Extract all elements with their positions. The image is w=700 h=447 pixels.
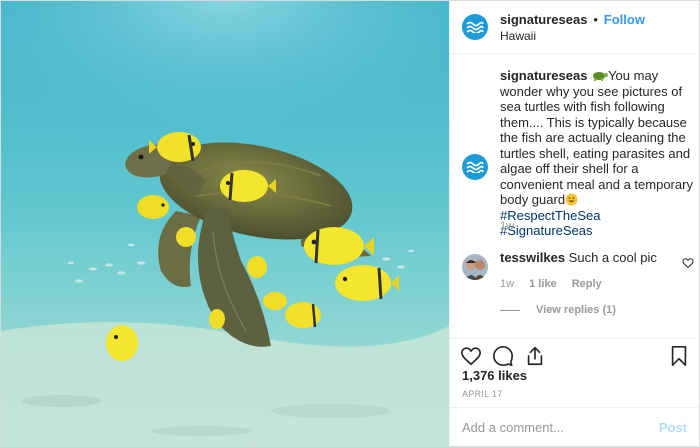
instagram-post: signatureseas • Follow Hawaii signatures…	[0, 0, 700, 447]
comment-text: Such a cool pic	[568, 250, 657, 265]
caption: signatureseas You may wonder why you see…	[462, 68, 698, 239]
wave-logo-icon[interactable]	[462, 154, 488, 180]
comment-item: tesswilkes Such a cool pic 1w 1 like Rep…	[462, 250, 698, 316]
small-heart-icon[interactable]	[682, 256, 694, 269]
reply-button[interactable]: Reply	[572, 278, 602, 290]
sea-turtle-photo	[1, 1, 449, 447]
follow-button[interactable]: Follow	[604, 12, 645, 27]
header-separator: •	[593, 11, 598, 27]
add-comment-bar: Add a comment... Post	[450, 407, 699, 447]
post-comment-button[interactable]: Post	[659, 420, 687, 435]
smile-emoji-icon	[565, 193, 578, 206]
header-username[interactable]: signatureseas	[500, 12, 587, 27]
post-header: signatureseas • Follow Hawaii	[450, 1, 699, 54]
view-replies-button[interactable]: View replies (1)	[500, 304, 698, 316]
bookmark-icon[interactable]	[669, 345, 689, 367]
comment-likes[interactable]: 1 like	[529, 278, 557, 290]
comments-section: signatureseas You may wonder why you see…	[450, 54, 699, 338]
caption-text: You may wonder why you see pictures of s…	[500, 68, 693, 207]
likes-count[interactable]: 1,376 likes	[462, 368, 527, 383]
post-date[interactable]: APRIL 17	[462, 389, 503, 399]
share-icon[interactable]	[524, 345, 546, 367]
view-replies-label: View replies (1)	[536, 304, 616, 316]
action-bar	[450, 338, 699, 368]
wave-logo-icon[interactable]	[462, 14, 488, 40]
comment-icon[interactable]	[492, 345, 514, 367]
turtle-emoji-icon	[591, 69, 609, 82]
replies-divider	[500, 309, 520, 311]
comment-username[interactable]: tesswilkes	[500, 250, 565, 265]
comment-input[interactable]: Add a comment...	[462, 420, 659, 435]
caption-timestamp[interactable]: 1w	[500, 220, 514, 232]
comment-timestamp[interactable]: 1w	[500, 278, 514, 290]
hashtag-link[interactable]: #RespectTheSea	[500, 208, 698, 224]
post-sidebar: signatureseas • Follow Hawaii signatures…	[449, 1, 699, 447]
caption-body: signatureseas You may wonder why you see…	[500, 68, 698, 239]
avatar[interactable]	[462, 254, 488, 280]
hashtag-link[interactable]: #SignatureSeas	[500, 223, 698, 239]
post-photo[interactable]	[1, 1, 449, 447]
caption-username[interactable]: signatureseas	[500, 68, 587, 83]
heart-icon[interactable]	[460, 345, 482, 367]
location-link[interactable]: Hawaii	[500, 28, 645, 44]
